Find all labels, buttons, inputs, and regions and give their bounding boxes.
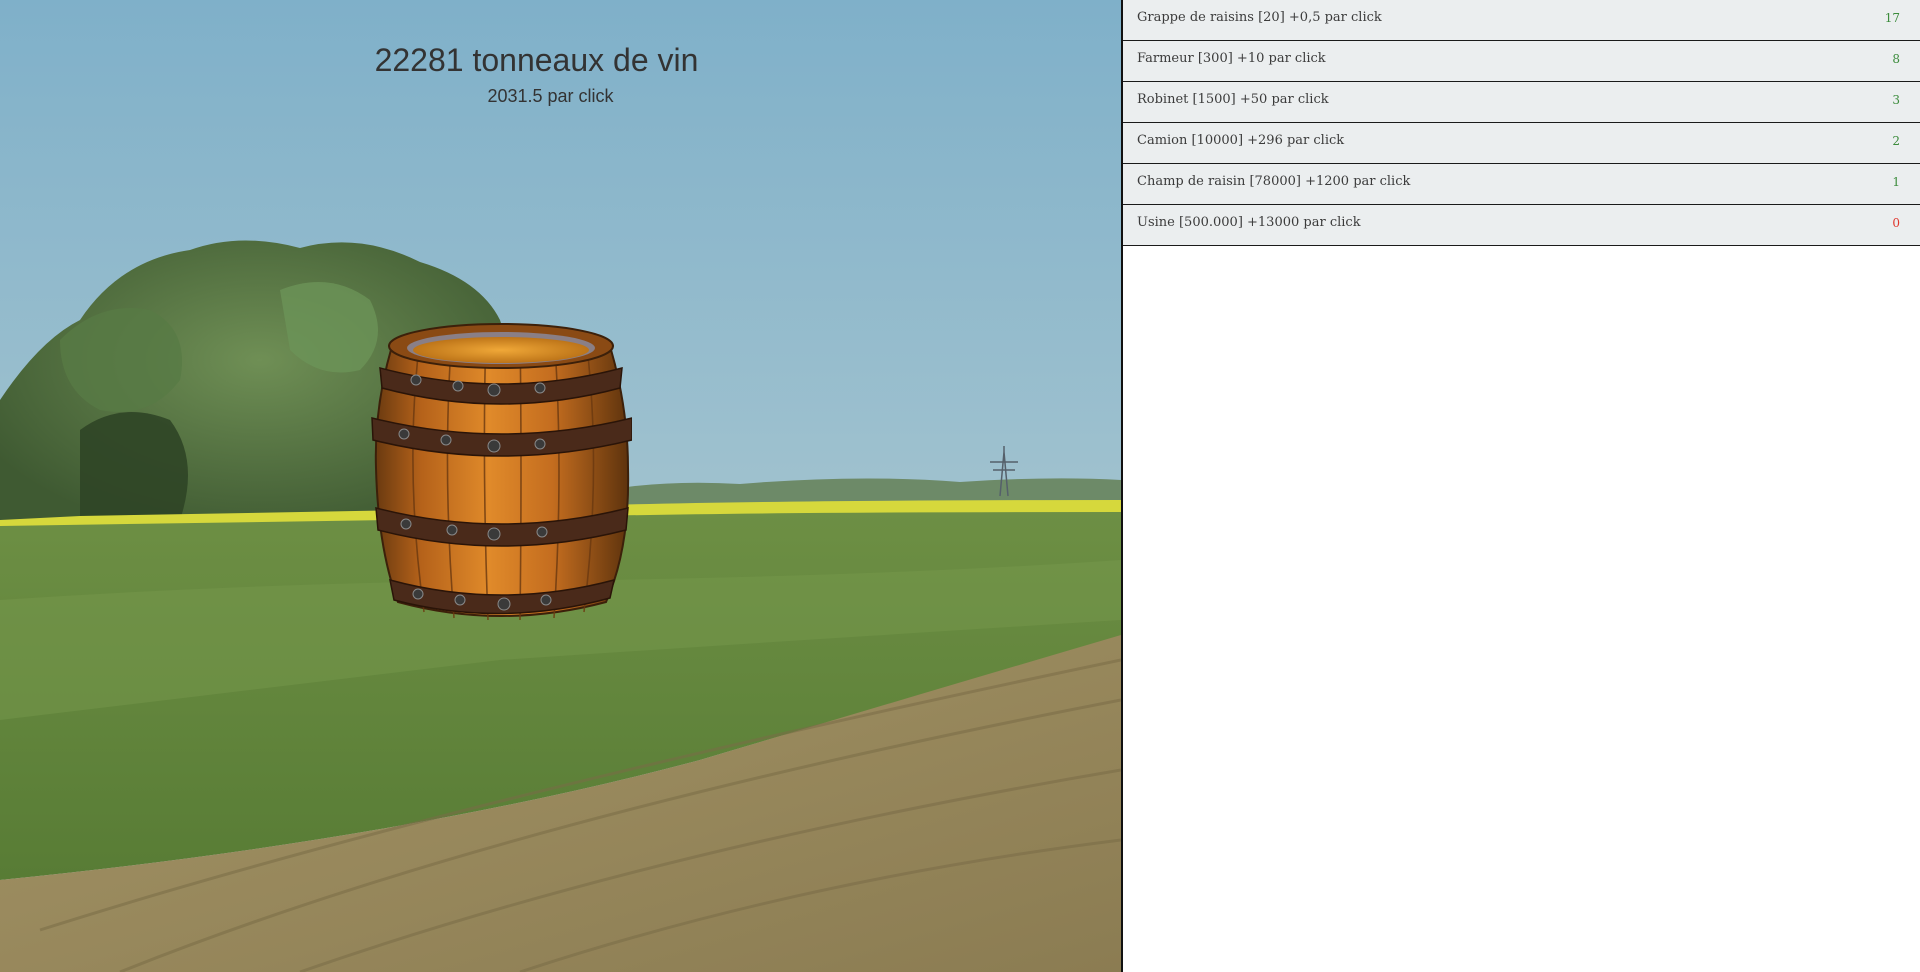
store-item-label: Robinet [1500] +50 par click — [1137, 92, 1329, 107]
store-item-farmer[interactable]: Farmeur [300] +10 par click 8 — [1123, 41, 1920, 82]
store-panel: Grappe de raisins [20] +0,5 par click 17… — [1123, 0, 1920, 972]
owned-count: 17 — [1884, 11, 1900, 25]
store-item-label: Champ de raisin [78000] +1200 par click — [1137, 174, 1411, 189]
owned-count: 1 — [1892, 175, 1900, 189]
store-item-label: Camion [10000] +296 par click — [1137, 133, 1345, 148]
store-item-truck[interactable]: Camion [10000] +296 par click 2 — [1123, 123, 1920, 164]
wine-barrel-button[interactable] — [370, 318, 632, 622]
store-item-label: Usine [500.000] +13000 par click — [1137, 215, 1361, 230]
barrel-total: 22281 tonneaux de vin — [374, 42, 699, 78]
game-panel: 22281 tonneaux de vin 2031.5 par click — [0, 0, 1121, 972]
store-item-grape-field[interactable]: Champ de raisin [78000] +1200 par click … — [1123, 164, 1920, 205]
store-item-tap[interactable]: Robinet [1500] +50 par click 3 — [1123, 82, 1920, 123]
score-display: 22281 tonneaux de vin 2031.5 par click — [0, 36, 1073, 108]
store-item-factory[interactable]: Usine [500.000] +13000 par click 0 — [1123, 205, 1920, 246]
owned-count: 3 — [1892, 93, 1900, 107]
store-item-grape-bunch[interactable]: Grappe de raisins [20] +0,5 par click 17 — [1123, 0, 1920, 41]
owned-count: 2 — [1892, 134, 1900, 148]
store-item-label: Farmeur [300] +10 par click — [1137, 51, 1326, 66]
store-item-label: Grappe de raisins [20] +0,5 par click — [1137, 10, 1382, 25]
per-click-rate: 2031.5 par click — [487, 86, 614, 106]
owned-count: 8 — [1892, 52, 1900, 66]
wine-barrel-icon — [371, 323, 632, 621]
owned-count: 0 — [1892, 216, 1900, 230]
